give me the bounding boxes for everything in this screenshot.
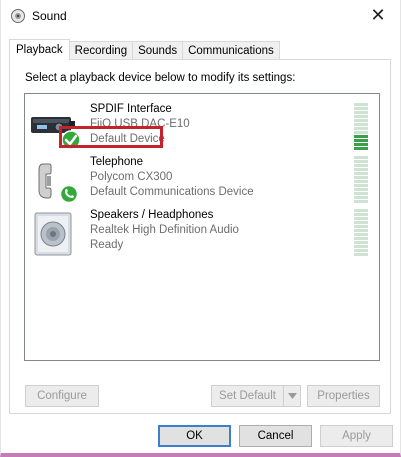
- properties-button[interactable]: Properties: [307, 385, 380, 407]
- tab-recording[interactable]: Recording: [69, 41, 134, 60]
- apply-button[interactable]: Apply: [320, 425, 393, 447]
- ok-button[interactable]: OK: [158, 425, 231, 447]
- volume-meter: [354, 209, 368, 257]
- close-icon: ✕: [370, 4, 386, 25]
- close-button[interactable]: ✕: [356, 0, 400, 30]
- device-status: Default Communications Device: [90, 186, 254, 198]
- device-item-speakers[interactable]: Speakers / Headphones Realtek High Defin…: [25, 207, 379, 260]
- telephone-icon: [38, 163, 79, 204]
- device-item-spdif[interactable]: SPDIF Interface FiiO USB DAC-E10 Default…: [25, 101, 379, 154]
- speaker-app-icon: [11, 9, 25, 23]
- volume-meter: [354, 103, 368, 151]
- instruction-text: Select a playback device below to modify…: [25, 72, 296, 84]
- device-driver: Realtek High Definition Audio: [90, 224, 239, 236]
- device-name: Telephone: [90, 156, 144, 168]
- device-name: SPDIF Interface: [90, 103, 172, 115]
- configure-button[interactable]: Configure: [25, 385, 99, 407]
- device-name: Speakers / Headphones: [90, 209, 214, 221]
- spdif-device-icon: [31, 117, 81, 150]
- tab-playback[interactable]: Playback: [9, 39, 70, 60]
- sound-dialog: Sound ✕ Playback Recording Sounds Commun…: [0, 0, 401, 457]
- speaker-icon: [34, 212, 72, 256]
- device-item-telephone[interactable]: Telephone Polycom CX300 Default Communic…: [25, 154, 379, 207]
- device-list[interactable]: SPDIF Interface FiiO USB DAC-E10 Default…: [24, 93, 380, 361]
- device-status: Ready: [90, 239, 124, 251]
- device-status: Default Device: [90, 133, 165, 145]
- chevron-down-icon: [287, 393, 297, 399]
- window-title: Sound: [32, 9, 67, 23]
- set-default-dropdown[interactable]: [283, 385, 301, 407]
- device-driver: Polycom CX300: [90, 171, 173, 183]
- tab-strip: Playback Recording Sounds Communications: [9, 39, 280, 60]
- playback-panel: Select a playback device below to modify…: [9, 59, 391, 414]
- cancel-button[interactable]: Cancel: [239, 425, 312, 447]
- device-driver: FiiO USB DAC-E10: [90, 118, 190, 130]
- set-default-button[interactable]: Set Default: [211, 385, 284, 407]
- volume-meter: [354, 156, 368, 204]
- title-bar[interactable]: Sound ✕: [1, 0, 400, 32]
- tab-sounds[interactable]: Sounds: [133, 41, 184, 60]
- tab-communications[interactable]: Communications: [183, 41, 280, 60]
